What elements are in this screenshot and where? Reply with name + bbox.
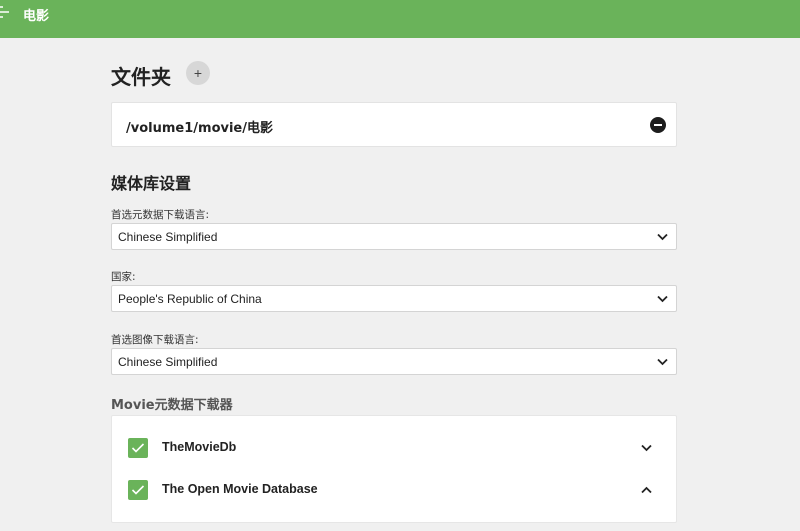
chevron-down-icon (657, 295, 668, 303)
chevron-down-icon (657, 233, 668, 241)
top-app-bar: 电影 (0, 0, 800, 38)
chevron-down-icon (657, 358, 668, 366)
back-arrow-icon[interactable] (0, 4, 11, 20)
fetcher-name: TheMovieDb (162, 440, 237, 454)
image-language-label: 首选图像下载语言: (111, 334, 199, 346)
image-language-select[interactable]: Chinese Simplified (111, 348, 677, 375)
plus-icon: + (193, 65, 203, 81)
country-value: People's Republic of China (118, 292, 262, 306)
chevron-down-icon[interactable] (641, 444, 652, 452)
library-settings-heading: 媒体库设置 (111, 174, 192, 193)
metadata-fetchers-list: TheMovieDb The Open Movie Database (111, 415, 677, 523)
fetcher-checkbox[interactable] (128, 480, 148, 500)
country-select[interactable]: People's Republic of China (111, 285, 677, 312)
check-icon (131, 485, 145, 495)
check-icon (131, 443, 145, 453)
folders-heading: 文件夹 (111, 65, 171, 89)
folder-path: /volume1/movie/电影 (126, 121, 273, 136)
metadata-fetchers-heading: Movie元数据下载器 (111, 398, 233, 413)
page-title: 电影 (23, 9, 50, 24)
add-folder-button[interactable]: + (186, 61, 210, 85)
fetcher-row-themoviedb[interactable]: TheMovieDb (112, 428, 678, 468)
fetcher-checkbox[interactable] (128, 438, 148, 458)
metadata-language-select[interactable]: Chinese Simplified (111, 223, 677, 250)
image-language-value: Chinese Simplified (118, 355, 218, 369)
folder-item: /volume1/movie/电影 (111, 102, 677, 147)
metadata-language-value: Chinese Simplified (118, 230, 218, 244)
minus-icon (654, 124, 662, 126)
chevron-up-icon[interactable] (641, 486, 652, 494)
fetcher-row-omdb[interactable]: The Open Movie Database (112, 470, 678, 510)
remove-folder-button[interactable] (650, 117, 666, 133)
country-label: 国家: (111, 271, 136, 283)
fetcher-name: The Open Movie Database (162, 482, 318, 496)
metadata-language-label: 首选元数据下载语言: (111, 209, 210, 221)
